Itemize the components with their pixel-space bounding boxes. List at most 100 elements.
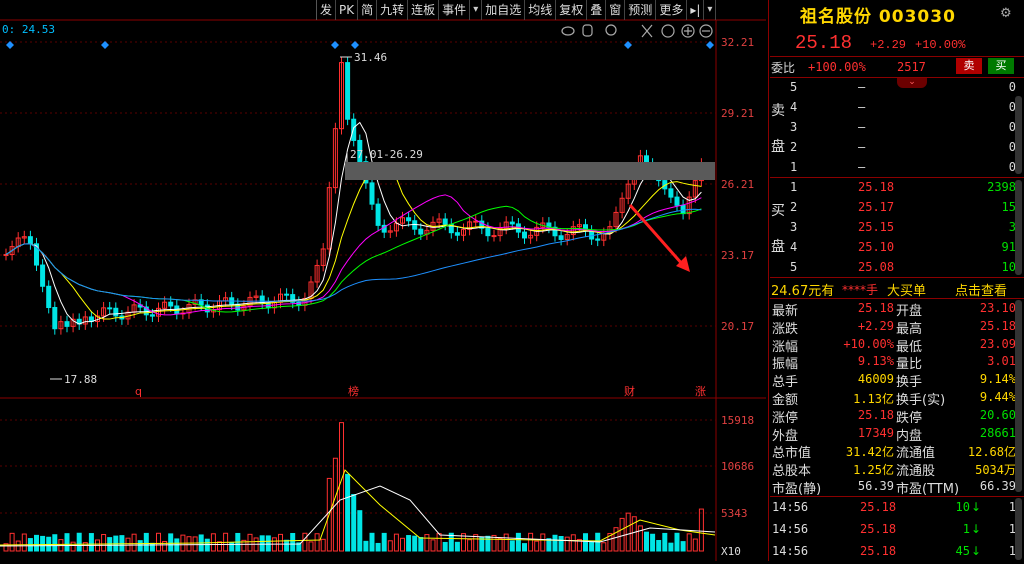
event-diamond-icon[interactable] bbox=[331, 41, 339, 49]
stat-label: 涨停 bbox=[772, 410, 799, 426]
volume-bar bbox=[259, 535, 265, 552]
ask-row[interactable]: 5 – 0 bbox=[770, 78, 1022, 97]
volume-bars bbox=[3, 422, 704, 552]
toolbar-pk-button[interactable]: PK bbox=[336, 0, 359, 20]
toolbar-more-button[interactable]: 更多 bbox=[656, 0, 688, 20]
bid-row[interactable]: 2 25.17 15 bbox=[770, 198, 1022, 217]
volume-bar bbox=[168, 533, 174, 552]
buy-button[interactable]: 买 bbox=[988, 58, 1014, 74]
volume-bar bbox=[485, 535, 491, 552]
ask-price: – bbox=[858, 80, 866, 94]
ask-row[interactable]: 4–0 bbox=[770, 98, 1022, 117]
volume-bar bbox=[314, 533, 320, 552]
weibi-label: 委比 bbox=[771, 61, 796, 75]
volume-bar bbox=[497, 537, 503, 552]
stat-value: 28661 bbox=[979, 425, 1016, 440]
bid-row[interactable]: 3 25.15 3 bbox=[770, 218, 1022, 237]
volume-bar bbox=[375, 542, 381, 552]
stats-scrollbar[interactable] bbox=[1015, 300, 1022, 492]
candle-body bbox=[52, 307, 58, 330]
volume-bar bbox=[369, 532, 375, 552]
toolbar-dropdown-icon[interactable]: ▾ bbox=[704, 0, 717, 20]
stat-value: 25.18 bbox=[979, 318, 1016, 333]
kline-chart[interactable]: 32.21 29.21 26.21 23.17 20.17 15918 10686 5343 X… bbox=[0, 0, 768, 561]
volume-bar bbox=[662, 532, 668, 552]
toolbar-expand-icon[interactable]: ▸| bbox=[687, 0, 705, 20]
event-marker-q[interactable]: q bbox=[135, 385, 142, 398]
zoom-icon[interactable] bbox=[605, 24, 617, 36]
trade-row: 14:56 25.18 10 ↓ 1 bbox=[772, 498, 1022, 520]
toolbar-fa-button[interactable]: 发 bbox=[317, 0, 337, 20]
event-diamond-icon[interactable] bbox=[351, 41, 359, 49]
volume-bar bbox=[406, 535, 412, 552]
toolbar-jian-button[interactable]: 简 bbox=[358, 0, 378, 20]
gear-icon[interactable]: ⚙ bbox=[1000, 6, 1012, 21]
volume-bar bbox=[339, 422, 344, 552]
event-diamond-icon[interactable] bbox=[101, 41, 109, 49]
ask-scrollbar[interactable] bbox=[1015, 96, 1022, 174]
stat-row: 总市值 31.42亿 流通值 12.68亿 bbox=[772, 442, 1022, 461]
volume-bar bbox=[70, 541, 76, 552]
bid-row[interactable]: 4 25.10 91 bbox=[770, 238, 1022, 257]
toolbar-jiuzhuan-button[interactable]: 九转 bbox=[377, 0, 409, 20]
volume-bar bbox=[40, 535, 46, 552]
bid-row[interactable]: 5 25.08 10 bbox=[770, 258, 1022, 277]
bid-row[interactable]: 1 25.18 2398 bbox=[770, 178, 1022, 197]
event-marker-bang[interactable]: 榜 bbox=[348, 384, 359, 398]
bid-price: 25.15 bbox=[858, 220, 895, 234]
trades-scrollbar[interactable] bbox=[1015, 498, 1022, 560]
volume-bar bbox=[217, 541, 222, 552]
big-order-view-link[interactable]: 点击查看 bbox=[955, 280, 1007, 299]
stock-name: 祖名股份 bbox=[800, 7, 872, 27]
toolbar-add-watch-button[interactable]: 加自选 bbox=[482, 0, 526, 20]
sell-button[interactable]: 卖 bbox=[956, 58, 982, 74]
event-diamond-icon[interactable] bbox=[6, 41, 14, 49]
event-marker-cai[interactable]: 财 bbox=[624, 384, 635, 398]
trade-price: 25.18 bbox=[860, 500, 897, 514]
volume-bar bbox=[9, 532, 15, 552]
ask-row[interactable]: 1–0 bbox=[770, 158, 1022, 177]
toolbar-event-button[interactable]: 事件 bbox=[439, 0, 471, 20]
candle-body bbox=[674, 196, 680, 206]
toolbar-ma-button[interactable]: 均线 bbox=[525, 0, 557, 20]
ask-row[interactable]: 3–0 bbox=[770, 118, 1022, 137]
candle-body bbox=[149, 314, 155, 317]
event-marker-zhang[interactable]: 涨 bbox=[695, 385, 706, 398]
weicha-value: 2517 bbox=[897, 60, 926, 74]
volume-bar bbox=[76, 532, 82, 552]
event-diamond-icon[interactable] bbox=[706, 41, 714, 49]
stat-label: 内盘 bbox=[896, 428, 923, 444]
stat-label: 换手(实) bbox=[896, 393, 946, 408]
ask-row[interactable]: 2–0 bbox=[770, 138, 1022, 157]
volume-bar bbox=[467, 539, 473, 552]
stat-value: +10.00% bbox=[843, 336, 894, 351]
candle-body bbox=[64, 321, 70, 327]
volume-bar bbox=[613, 527, 619, 552]
scissor-icon[interactable] bbox=[661, 24, 675, 38]
big-order-label[interactable]: 大买单 bbox=[887, 280, 926, 299]
volume-bar bbox=[149, 542, 155, 552]
volume-bar bbox=[625, 512, 631, 552]
eye-icon[interactable] bbox=[561, 26, 575, 36]
candle-body bbox=[369, 182, 375, 205]
toolbar-adjust-button[interactable]: 复权 bbox=[556, 0, 588, 20]
ask-volume: 0 bbox=[1008, 80, 1016, 94]
trade-volume: 10 bbox=[955, 500, 970, 514]
stat-label: 量比 bbox=[896, 357, 923, 373]
chart-tools[interactable] bbox=[561, 24, 713, 38]
toolbar-event-dropdown-icon[interactable]: ▾ bbox=[470, 0, 483, 20]
candle-body bbox=[40, 264, 46, 287]
hand-icon[interactable] bbox=[582, 24, 593, 37]
toolbar-overlay-button[interactable]: 叠 bbox=[587, 0, 607, 20]
toolbar-lianban-button[interactable]: 连板 bbox=[408, 0, 440, 20]
stat-value: 17349 bbox=[857, 425, 894, 440]
volume-bar bbox=[357, 510, 363, 552]
bid-scrollbar[interactable] bbox=[1015, 180, 1022, 275]
low-annotation: 17.88 bbox=[64, 373, 97, 386]
stat-row: 总股本 1.25亿 流通股 5034万 bbox=[772, 460, 1022, 479]
bid-price: 25.18 bbox=[858, 180, 895, 194]
toolbar-predict-button[interactable]: 预测 bbox=[625, 0, 657, 20]
toolbar-window-button[interactable]: 窗 bbox=[606, 0, 626, 20]
cut-icon[interactable] bbox=[641, 24, 653, 38]
trade-row: 14:56 25.18 1 ↓ 1 bbox=[772, 520, 1022, 542]
